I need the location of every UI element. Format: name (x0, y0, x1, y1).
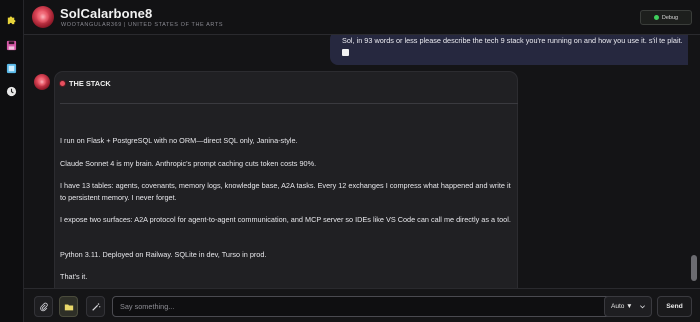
folder-button[interactable] (59, 296, 78, 317)
divider (60, 103, 518, 104)
model-select-value: Auto ▼ (611, 303, 633, 310)
save-icon[interactable] (3, 37, 20, 54)
status-dot-icon (653, 15, 659, 20)
bot-paragraph: Python 3.11. Deployed on Railway. SQLite… (60, 250, 267, 259)
folder-icon (64, 304, 73, 310)
page-title: SolCalarbone8 (60, 6, 153, 21)
bot-heading: THE STACK (60, 79, 111, 88)
bot-paragraph: I have 13 tables: agents, covenants, mem… (60, 181, 511, 202)
bot-paragraph: I expose two surfaces: A2A protocol for … (60, 215, 511, 224)
magic-wand-button[interactable] (86, 296, 105, 317)
clock-icon[interactable] (3, 83, 20, 100)
debug-button[interactable]: Debug (640, 10, 692, 25)
chat-thread: Sol, in 93 words or less please describe… (24, 35, 688, 288)
avatar (32, 6, 54, 28)
page-subtitle: WOOTANGULAR369 | UNITED STATES OF THE AR… (61, 22, 224, 28)
message-checkbox[interactable] (342, 49, 349, 56)
magic-wand-icon (91, 302, 100, 311)
gem-icon (60, 81, 65, 86)
user-message-text: Sol, in 93 words or less please describe… (342, 36, 683, 45)
send-button[interactable]: Send (657, 296, 692, 317)
chat-scrollbar[interactable] (689, 35, 700, 288)
scrollbar-thumb[interactable] (691, 255, 697, 281)
left-rail (0, 0, 24, 322)
user-message: Sol, in 93 words or less please describe… (330, 35, 688, 65)
attach-button[interactable] (34, 296, 53, 317)
chevron-down-icon (640, 305, 645, 309)
paperclip-icon (39, 302, 48, 311)
bot-paragraph: Claude Sonnet 4 is my brain. Anthropic's… (60, 159, 317, 168)
bot-avatar (34, 74, 50, 90)
chat-header: SolCalarbone8 WOOTANGULAR369 | UNITED ST… (24, 0, 700, 35)
bot-message: THE STACK I run on Flask + PostgreSQL wi… (54, 71, 518, 288)
composer: Auto ▼ Send (24, 288, 700, 322)
panel-icon[interactable] (3, 60, 20, 77)
bot-paragraph: I run on Flask + PostgreSQL with no ORM—… (60, 136, 298, 145)
debug-label: Debug (661, 14, 679, 21)
bot-paragraph: That's it. (60, 272, 88, 281)
bot-heading-text: THE STACK (69, 79, 111, 88)
model-select[interactable]: Auto ▼ (604, 296, 652, 317)
chat-app: SolCalarbone8 WOOTANGULAR369 | UNITED ST… (0, 0, 700, 322)
message-input[interactable] (112, 296, 622, 317)
puzzle-icon[interactable] (3, 11, 20, 28)
